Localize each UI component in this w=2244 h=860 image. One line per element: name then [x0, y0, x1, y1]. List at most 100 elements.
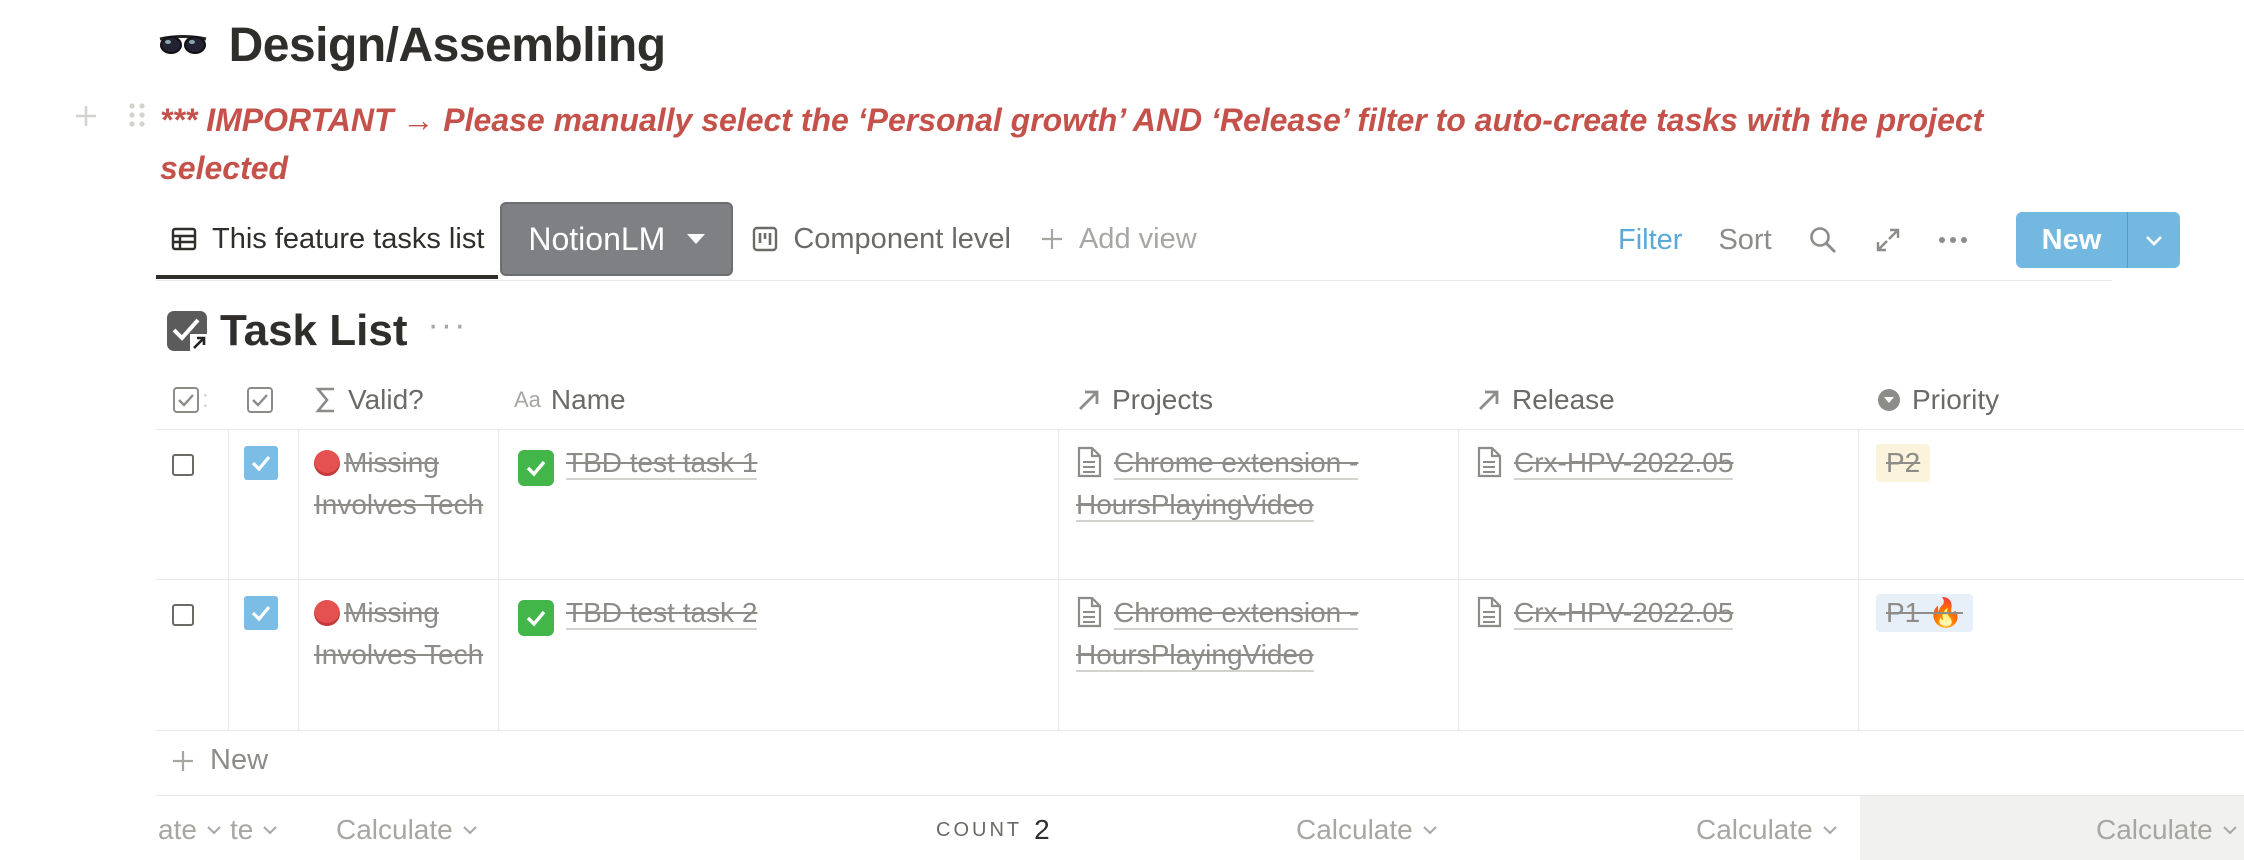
project-link[interactable]: Chrome extension - HoursPlayingVideo	[1076, 597, 1359, 672]
sort-button[interactable]: Sort	[1718, 224, 1771, 257]
release-cell[interactable]: Crx-HPV-2022.05	[1476, 592, 1734, 634]
done-checkbox[interactable]	[244, 596, 278, 630]
calculate-dropdown[interactable]: te	[230, 800, 279, 860]
task-name[interactable]: TBD test task 1	[566, 447, 758, 480]
select-all-checkbox[interactable]: :	[172, 372, 209, 428]
calculate-label: te	[230, 814, 254, 845]
valid-cell: Missing Involves Tech	[314, 592, 494, 676]
valid-column-header[interactable]: Valid?	[314, 372, 424, 428]
name-cell[interactable]: TBD test task 2	[518, 592, 758, 636]
database-title: Task List ···	[166, 306, 467, 356]
relation-arrow-icon	[1076, 387, 1102, 413]
row-select-checkbox[interactable]	[172, 454, 194, 476]
database-toolbar: Filter Sort New	[1600, 200, 2181, 280]
name-column-header[interactable]: Aa Name	[514, 372, 626, 428]
projects-cell[interactable]: Chrome extension - HoursPlayingVideo	[1076, 442, 1416, 526]
notionlm-dropdown[interactable]: NotionLM	[500, 202, 734, 276]
count-calculation[interactable]: COUNT 2	[936, 800, 1050, 860]
calculate-label: Calculate	[336, 814, 453, 845]
search-icon[interactable]	[1808, 225, 1838, 255]
priority-cell[interactable]: P2	[1876, 444, 1931, 482]
page-icon	[1476, 446, 1502, 478]
row-divider	[156, 579, 2244, 580]
column-divider	[228, 430, 229, 730]
red-circle-icon	[314, 600, 340, 626]
new-dropdown-chevron-icon[interactable]	[2128, 212, 2181, 268]
column-label: Priority	[1912, 384, 2000, 415]
block-handles[interactable]	[72, 100, 165, 139]
filter-button[interactable]: Filter	[1618, 224, 1682, 257]
priority-cell[interactable]: P1 🔥	[1876, 594, 1973, 632]
release-column-header[interactable]: Release	[1476, 372, 1615, 428]
page-title-text: Design/Assembling	[228, 19, 666, 72]
page-title: Design/Assembling	[158, 18, 666, 73]
calculate-label: ate	[158, 814, 197, 845]
new-button-group: New	[2015, 212, 2181, 268]
tab-label: Add view	[1078, 222, 1197, 255]
add-row-label: New	[210, 744, 269, 776]
red-circle-icon	[314, 450, 340, 476]
calculate-label: Calculate	[2096, 814, 2213, 845]
row-select-checkbox[interactable]	[172, 604, 194, 626]
formula-sigma-icon	[314, 386, 338, 414]
page-icon	[1076, 446, 1102, 478]
projects-cell[interactable]: Chrome extension - HoursPlayingVideo	[1076, 592, 1416, 676]
plus-icon	[170, 748, 196, 774]
more-options-icon[interactable]	[1938, 235, 1968, 245]
done-checkbox[interactable]	[244, 446, 278, 480]
check-mark-icon	[518, 450, 554, 486]
check-mark-icon	[518, 600, 554, 636]
page-icon	[1076, 596, 1102, 628]
release-link[interactable]: Crx-HPV-2022.05	[1514, 447, 1734, 480]
add-block-icon[interactable]	[72, 100, 109, 138]
calculate-dropdown[interactable]: Calculate	[1296, 800, 1439, 860]
calculate-dropdown[interactable]: ate	[158, 800, 223, 860]
column-label: Name	[550, 384, 626, 415]
new-button[interactable]: New	[2015, 212, 2129, 268]
calculate-label: Calculate	[1296, 814, 1413, 845]
notionlm-label: NotionLM	[528, 220, 666, 257]
task-name[interactable]: TBD test task 2	[566, 597, 758, 630]
database-more-icon[interactable]: ···	[427, 306, 467, 345]
table-icon	[170, 225, 198, 253]
column-label: Valid?	[348, 384, 424, 415]
board-icon	[751, 225, 779, 253]
select-property-icon	[1876, 387, 1902, 413]
row-divider	[156, 730, 2244, 731]
drag-handle-icon[interactable]	[127, 100, 147, 138]
column-divider	[1458, 430, 1459, 730]
valid-text: Missing Involves Tech	[314, 447, 484, 520]
calculate-dropdown[interactable]: Calculate	[336, 800, 479, 860]
tab-this-feature-tasks-list[interactable]: This feature tasks list	[156, 199, 499, 279]
view-tabs: This feature tasks list NotionLM Compone…	[156, 199, 1211, 279]
tab-label: This feature tasks list	[212, 222, 485, 255]
tab-component-level[interactable]: Component level	[737, 199, 1025, 279]
release-cell[interactable]: Crx-HPV-2022.05	[1476, 442, 1734, 484]
relation-arrow-icon	[1476, 387, 1502, 413]
checkbox-property-icon	[246, 386, 274, 414]
chevron-down-icon	[2221, 824, 2239, 836]
expand-icon[interactable]	[1874, 226, 1902, 254]
column-divider	[1858, 430, 1859, 730]
checkbox-link-icon	[166, 310, 208, 352]
count-value: 2	[1034, 814, 1050, 845]
priority-tag: P1 🔥	[1876, 594, 1973, 632]
projects-column-header[interactable]: Projects	[1076, 372, 1213, 428]
priority-column-header[interactable]: Priority	[1876, 372, 1999, 428]
add-view-button[interactable]: Add view	[1025, 199, 1211, 279]
project-link[interactable]: Chrome extension - HoursPlayingVideo	[1076, 447, 1359, 522]
calculate-dropdown[interactable]: Calculate	[1696, 800, 1839, 860]
chevron-down-icon	[1821, 824, 1839, 836]
important-note: *** IMPORTANT → Please manually select t…	[160, 102, 1984, 186]
column-divider	[498, 430, 499, 730]
done-column-header[interactable]	[246, 372, 284, 428]
column-label: Release	[1512, 384, 1615, 415]
name-cell[interactable]: TBD test task 1	[518, 442, 758, 486]
header-divider	[156, 429, 2244, 430]
priority-tag: P2	[1876, 444, 1931, 482]
release-link[interactable]: Crx-HPV-2022.05	[1514, 597, 1734, 630]
calculate-dropdown[interactable]: Calculate	[2096, 800, 2239, 860]
add-row-button[interactable]: New	[170, 744, 268, 777]
chevron-down-icon	[205, 824, 223, 836]
page-icon	[1476, 596, 1502, 628]
